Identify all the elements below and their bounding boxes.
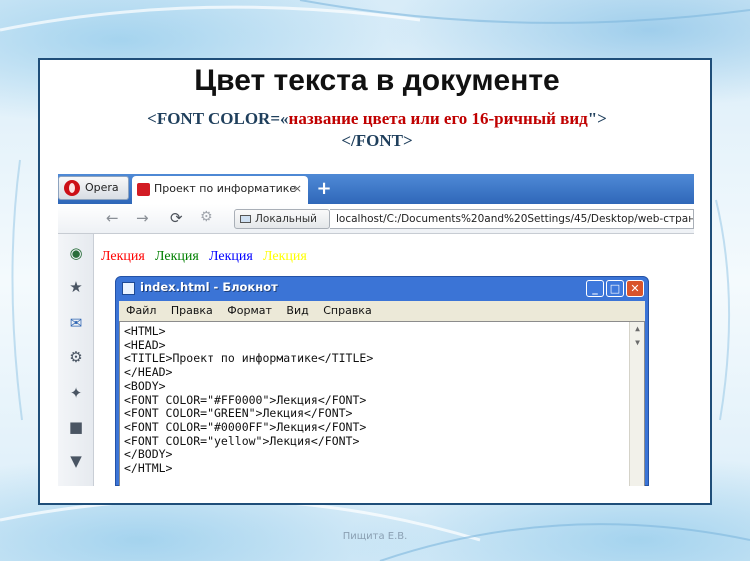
notepad-icon xyxy=(122,282,135,295)
code-line: </HTML> xyxy=(124,461,173,476)
code-line: <TITLE>Проект по информатике</TITLE> xyxy=(124,351,374,366)
vertical-scrollbar[interactable]: ▲ ▼ xyxy=(629,322,644,486)
menu-help[interactable]: Справка xyxy=(323,304,371,317)
slide-subtitle: <FONT COLOR=«название цвета или его 16-р… xyxy=(40,108,714,152)
menu-file[interactable]: Файл xyxy=(126,304,156,317)
opera-browser-window: Opera Проект по информатике × + ← → ⟳ ⚙ … xyxy=(58,174,694,486)
notepad-text-area[interactable]: <HTML> <HEAD> <TITLE>Проект по информатике… xyxy=(119,321,645,486)
code-line: <FONT COLOR="GREEN">Лекция</FONT> xyxy=(124,406,353,421)
reload-icon[interactable]: ⟳ xyxy=(170,209,183,227)
opera-menu-button[interactable]: Opera xyxy=(58,176,129,200)
notes-icon[interactable]: ■ xyxy=(67,418,85,436)
subtitle-color-name: название цвета или его 16-ричный вид xyxy=(288,109,588,128)
close-tab-icon[interactable]: × xyxy=(293,176,302,202)
close-button[interactable]: ✕ xyxy=(626,280,644,297)
subtitle-tag-open: <FONT COLOR=« xyxy=(147,109,289,128)
back-arrow-icon[interactable]: ← xyxy=(106,209,119,227)
scroll-up-icon[interactable]: ▲ xyxy=(630,322,645,336)
gear-icon[interactable]: ⚙ xyxy=(67,348,85,366)
tab-title: Проект по информатике xyxy=(154,182,297,195)
minimize-button[interactable]: _ xyxy=(586,280,604,297)
page-content: Лекция Лекция Лекция Лекция index.html -… xyxy=(95,234,694,486)
menu-edit[interactable]: Правка xyxy=(171,304,213,317)
page-favicon-icon xyxy=(137,183,150,196)
download-icon[interactable]: ▼ xyxy=(67,452,85,470)
slide-title: Цвет текста в документе xyxy=(194,64,560,97)
opera-menu-label: Opera xyxy=(85,181,119,194)
mail-icon[interactable]: ✉ xyxy=(67,314,85,332)
code-line: </HEAD> xyxy=(124,365,173,380)
local-badge-label: Локальный xyxy=(255,213,317,225)
code-line: <HTML> xyxy=(124,324,166,338)
subtitle-closing-tag: </FONT> xyxy=(341,131,413,150)
opera-logo-icon xyxy=(64,180,80,196)
address-bar[interactable]: localhost/C:/Documents%20and%20Settings/… xyxy=(330,209,694,229)
notepad-title: index.html - Блокнот xyxy=(140,280,278,294)
opera-sidebar: ◉ ★ ✉ ⚙ ✦ ■ ▼ xyxy=(58,234,94,486)
monitor-icon xyxy=(240,215,251,223)
notepad-menubar: Файл Правка Формат Вид Справка xyxy=(119,301,645,321)
menu-view[interactable]: Вид xyxy=(286,304,308,317)
code-line: <FONT COLOR="yellow">Лекция</FONT> xyxy=(124,433,360,448)
menu-format[interactable]: Формат xyxy=(227,304,272,317)
tab-project[interactable]: Проект по информатике × xyxy=(132,176,308,204)
speed-dial-icon[interactable]: ◉ xyxy=(67,244,85,262)
word-red: Лекция xyxy=(101,249,145,264)
word-yellow: Лекция xyxy=(263,249,307,264)
code-line: <FONT COLOR="#FF0000">Лекция</FONT> xyxy=(124,392,367,407)
slide-frame: Цвет текста в документе <FONT COLOR=«наз… xyxy=(38,58,712,505)
slide-footer-author: Пищита Е.В. xyxy=(342,531,408,542)
local-badge[interactable]: Локальный xyxy=(234,209,330,229)
code-line: <BODY> xyxy=(124,378,166,393)
notepad-window: index.html - Блокнот _ □ ✕ Файл Правка Ф… xyxy=(115,276,649,486)
navigation-toolbar: ← → ⟳ ⚙ Локальный localhost/C:/Documents… xyxy=(58,204,694,234)
new-tab-button[interactable]: + xyxy=(314,179,334,199)
star-bookmark-icon[interactable]: ★ xyxy=(67,278,85,296)
code-line: <FONT COLOR="#0000FF">Лекция</FONT> xyxy=(124,419,367,434)
code-line: <HEAD> xyxy=(124,337,166,352)
scroll-down-icon[interactable]: ▼ xyxy=(630,336,645,350)
word-blue: Лекция xyxy=(209,249,253,264)
key-icon[interactable]: ⚙ xyxy=(200,209,213,225)
forward-arrow-icon[interactable]: → xyxy=(136,209,149,227)
subtitle-tag-close: "> xyxy=(587,109,607,128)
share-icon[interactable]: ✦ xyxy=(67,384,85,402)
maximize-button[interactable]: □ xyxy=(606,280,624,297)
word-green: Лекция xyxy=(155,249,199,264)
tab-bar: Opera Проект по информатике × + xyxy=(58,174,694,204)
code-line: </BODY> xyxy=(124,447,173,462)
